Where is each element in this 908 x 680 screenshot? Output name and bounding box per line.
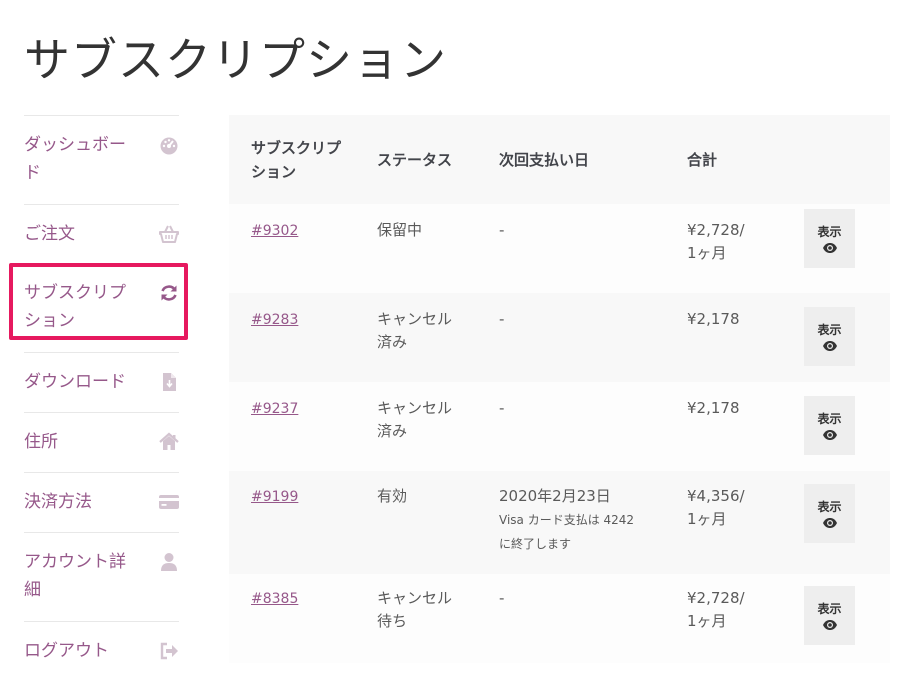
view-button-label: 表示: [817, 323, 842, 337]
view-button-label: 表示: [817, 500, 842, 514]
next-payment-date: -: [499, 589, 505, 607]
table-row: #9283 キャンセル済み - ¥2,178 表示: [229, 293, 890, 382]
total-cell: ¥2,178: [687, 308, 790, 331]
nav-item-label: ご注文: [24, 224, 75, 244]
column-header-next-payment: 次回支払い日: [499, 150, 590, 169]
page-title: サブスクリプション: [24, 33, 447, 87]
eye-icon: [822, 243, 837, 253]
actions-cell: 表示: [790, 307, 890, 366]
table-row: #8385 キャンセル待ち - ¥2,728/1ヶ月 表示: [229, 574, 890, 663]
total-value: ¥2,178: [687, 310, 740, 328]
nav-item-label: アカウント詳細: [24, 552, 126, 600]
view-button-label: 表示: [817, 602, 842, 616]
view-button[interactable]: 表示: [804, 484, 855, 543]
total-cell: ¥4,356/1ヶ月: [687, 485, 790, 531]
file-icon: [159, 372, 179, 392]
next-payment-cell: 2020年2月23日 Visa カード支払は 4242 に終了します: [499, 485, 687, 556]
column-header-total: 合計: [687, 150, 718, 169]
view-button[interactable]: 表示: [804, 209, 855, 268]
table-row: #9302 保留中 - ¥2,728/1ヶ月 表示: [229, 204, 890, 293]
basket-icon: [159, 224, 179, 244]
nav-item-addresses[interactable]: 住所: [24, 412, 179, 472]
subscription-link[interactable]: #9283: [251, 312, 298, 328]
subscription-id-cell: #9283: [229, 308, 377, 332]
view-button[interactable]: 表示: [804, 396, 855, 455]
subscription-link[interactable]: #9199: [251, 489, 298, 505]
eye-icon: [822, 430, 837, 440]
nav-item-label: ダッシュボード: [24, 135, 126, 183]
table-header: サブスクリプション ステータス 次回支払い日 合計: [229, 115, 890, 204]
next-payment-date: 2020年2月23日: [499, 487, 611, 505]
total-cell: ¥2,728/1ヶ月: [687, 587, 790, 633]
subscription-id-cell: #9199: [229, 485, 377, 509]
account-navigation: ダッシュボード ご注文 サブスクリプション ダウンロード 住所 決済方法 アカウ…: [24, 115, 179, 680]
total-value: ¥2,178: [687, 399, 740, 417]
subscriptions-table: サブスクリプション ステータス 次回支払い日 合計 #9302 保留中 - ¥2…: [229, 115, 890, 663]
nav-item-label: サブスクリプション: [24, 283, 126, 331]
subscription-link[interactable]: #8385: [251, 591, 298, 607]
actions-cell: 表示: [790, 209, 890, 268]
actions-cell: 表示: [790, 484, 890, 543]
nav-item-label: 住所: [24, 432, 58, 452]
view-button-label: 表示: [817, 225, 842, 239]
payment-method-note: Visa カード支払は 4242 に終了します: [499, 513, 635, 551]
table-row: #9199 有効 2020年2月23日 Visa カード支払は 4242 に終了…: [229, 471, 890, 574]
subscription-id-cell: #8385: [229, 587, 377, 611]
total-value: ¥2,728/1ヶ月: [687, 221, 745, 262]
actions-cell: 表示: [790, 396, 890, 455]
credit-card-icon: [159, 492, 179, 512]
dashboard-icon: [159, 135, 179, 155]
nav-item-downloads[interactable]: ダウンロード: [24, 352, 179, 412]
subscription-id-cell: #9237: [229, 397, 377, 421]
refresh-icon: [159, 283, 179, 303]
nav-item-label: 決済方法: [24, 492, 92, 512]
nav-item-orders[interactable]: ご注文: [24, 204, 179, 263]
status-cell: キャンセル待ち: [377, 587, 499, 633]
nav-item-label: ログアウト: [24, 641, 109, 661]
status-cell: キャンセル済み: [377, 308, 499, 354]
nav-item-subscriptions[interactable]: サブスクリプション: [24, 263, 179, 352]
next-payment-date: -: [499, 399, 505, 417]
user-icon: [159, 552, 179, 572]
total-cell: ¥2,728/1ヶ月: [687, 219, 790, 265]
eye-icon: [822, 518, 837, 528]
nav-item-dashboard[interactable]: ダッシュボード: [24, 115, 179, 204]
subscription-link[interactable]: #9302: [251, 223, 298, 239]
view-button[interactable]: 表示: [804, 307, 855, 366]
next-payment-cell: -: [499, 219, 687, 242]
column-header-status: ステータス: [377, 150, 453, 169]
next-payment-cell: -: [499, 308, 687, 331]
status-value: キャンセル済み: [377, 399, 453, 440]
next-payment-cell: -: [499, 397, 687, 420]
nav-item-label: ダウンロード: [24, 372, 126, 392]
status-cell: 保留中: [377, 221, 423, 239]
next-payment-date: -: [499, 310, 505, 328]
eye-icon: [822, 620, 837, 630]
next-payment-date: -: [499, 221, 505, 239]
total-value: ¥2,728/1ヶ月: [687, 589, 745, 630]
nav-item-logout[interactable]: ログアウト: [24, 621, 179, 680]
subscription-link[interactable]: #9237: [251, 401, 298, 417]
view-button[interactable]: 表示: [804, 586, 855, 645]
nav-item-payment-methods[interactable]: 決済方法: [24, 472, 179, 532]
subscription-id-cell: #9302: [229, 219, 377, 243]
status-cell: 有効: [377, 487, 408, 505]
eye-icon: [822, 341, 837, 351]
actions-cell: 表示: [790, 586, 890, 645]
status-value: キャンセル待ち: [377, 589, 453, 630]
sign-out-icon: [159, 641, 179, 661]
table-row: #9237 キャンセル済み - ¥2,178 表示: [229, 382, 890, 471]
total-cell: ¥2,178: [687, 397, 790, 420]
next-payment-cell: -: [499, 587, 687, 610]
column-header-subscription: サブスクリプション: [251, 138, 342, 181]
status-cell: キャンセル済み: [377, 397, 499, 443]
nav-item-account-details[interactable]: アカウント詳細: [24, 532, 179, 621]
view-button-label: 表示: [817, 412, 842, 426]
home-icon: [159, 432, 179, 452]
total-value: ¥4,356/1ヶ月: [687, 487, 745, 528]
status-value: キャンセル済み: [377, 310, 453, 351]
